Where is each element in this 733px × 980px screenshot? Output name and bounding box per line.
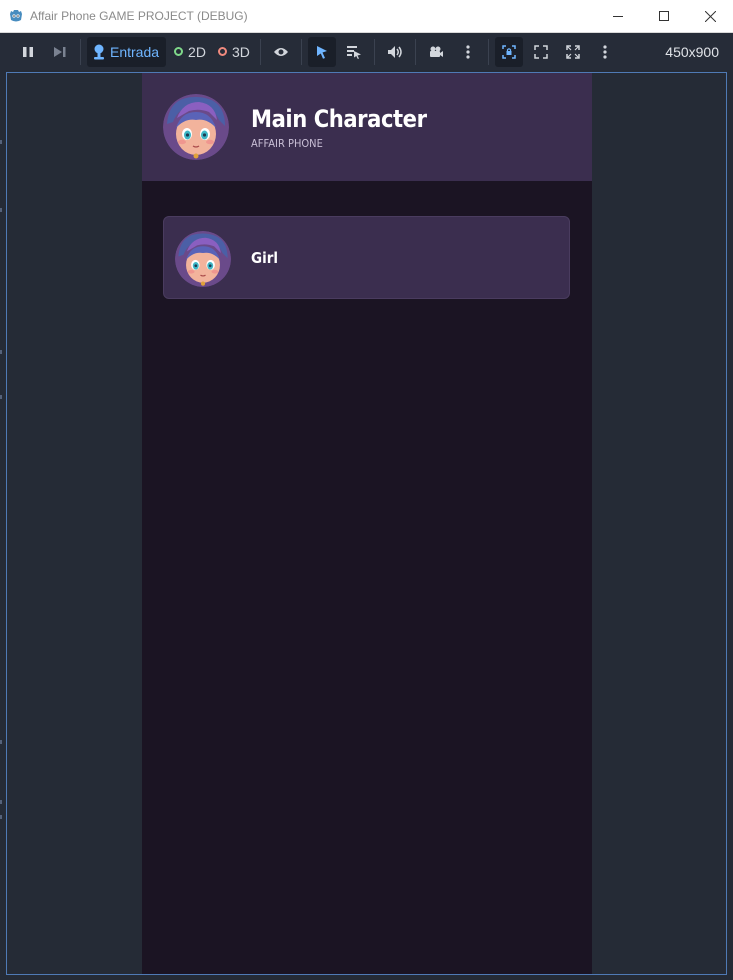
- contact-avatar: [175, 231, 231, 287]
- maximize-icon: [659, 11, 669, 21]
- window-titlebar: Affair Phone GAME PROJECT (DEBUG): [0, 0, 733, 33]
- phone-screen: Main Character AFFAIR PHONE Girl: [142, 73, 592, 974]
- main-character-avatar: [163, 94, 229, 160]
- edge-marker: [0, 815, 2, 819]
- visibility-button[interactable]: [267, 37, 295, 67]
- input-mode-button[interactable]: Entrada: [87, 36, 167, 67]
- kebab-menu-icon: [603, 44, 607, 59]
- mode-2d-button[interactable]: 2D: [170, 37, 210, 67]
- camera-override-button[interactable]: [422, 37, 450, 67]
- toolbar-separator: [373, 38, 375, 65]
- window-controls: [595, 0, 733, 32]
- fullscreen-icon: [566, 44, 580, 59]
- toolbar-separator: [80, 38, 81, 65]
- toolbar-separator: [414, 38, 416, 65]
- embed-lock-icon: [502, 44, 516, 59]
- resolution-label: 450x900: [665, 43, 719, 60]
- audio-button[interactable]: [381, 37, 409, 67]
- anime-girl-portrait-icon: [163, 94, 229, 160]
- phone-header: Main Character AFFAIR PHONE: [142, 73, 592, 181]
- contact-name: Girl: [251, 249, 278, 267]
- toolbar-separator: [259, 38, 261, 65]
- toolbar-separator: [487, 38, 489, 65]
- page-subtitle: AFFAIR PHONE: [251, 137, 323, 150]
- list-select-icon: [346, 45, 361, 59]
- minimize-icon: [613, 16, 623, 17]
- select-mode-button[interactable]: [307, 36, 336, 67]
- edge-marker: [0, 208, 2, 212]
- embed-options-button[interactable]: [591, 37, 619, 67]
- expand-icon: [534, 44, 548, 59]
- edge-marker: [0, 395, 2, 399]
- next-frame-button[interactable]: [46, 37, 74, 67]
- list-select-button[interactable]: [340, 37, 368, 67]
- edge-marker: [0, 740, 2, 744]
- maximize-button[interactable]: [641, 0, 687, 32]
- speaker-icon: [387, 45, 402, 58]
- mode-3d-button[interactable]: 3D: [214, 37, 254, 67]
- mode-3d-label: 3D: [231, 43, 250, 60]
- mode-2d-label: 2D: [188, 43, 206, 60]
- edge-marker: [0, 800, 2, 804]
- godot-app-icon: [10, 10, 22, 22]
- close-icon: [704, 10, 716, 22]
- anime-girl-portrait-icon: [175, 231, 231, 287]
- mode-3d-dot-icon: [217, 47, 227, 56]
- cursor-arrow-icon: [316, 45, 327, 59]
- edge-marker: [0, 350, 2, 354]
- input-mode-label: Entrada: [110, 43, 160, 60]
- pause-icon: [23, 46, 33, 57]
- camera-options-button[interactable]: [454, 37, 482, 67]
- embed-game-button[interactable]: [494, 36, 523, 67]
- next-frame-icon: [54, 46, 66, 57]
- contact-card[interactable]: Girl: [163, 216, 570, 299]
- minimize-button[interactable]: [595, 0, 641, 32]
- mode-2d-dot-icon: [174, 47, 184, 56]
- keep-aspect-button[interactable]: [527, 37, 555, 67]
- kebab-menu-icon: [466, 44, 470, 59]
- joystick-icon: [94, 44, 104, 59]
- debug-toolbar: Entrada 2D 3D 450x900: [0, 33, 733, 70]
- window-title: Affair Phone GAME PROJECT (DEBUG): [30, 9, 248, 23]
- eye-icon: [273, 47, 288, 56]
- stretch-button[interactable]: [559, 37, 587, 67]
- game-viewport: Main Character AFFAIR PHONE Girl: [6, 72, 727, 975]
- camera-icon: [429, 46, 443, 57]
- edge-marker: [0, 140, 2, 144]
- close-button[interactable]: [687, 0, 733, 32]
- page-title: Main Character: [251, 105, 427, 133]
- pause-button[interactable]: [14, 37, 42, 67]
- toolbar-separator: [300, 38, 302, 65]
